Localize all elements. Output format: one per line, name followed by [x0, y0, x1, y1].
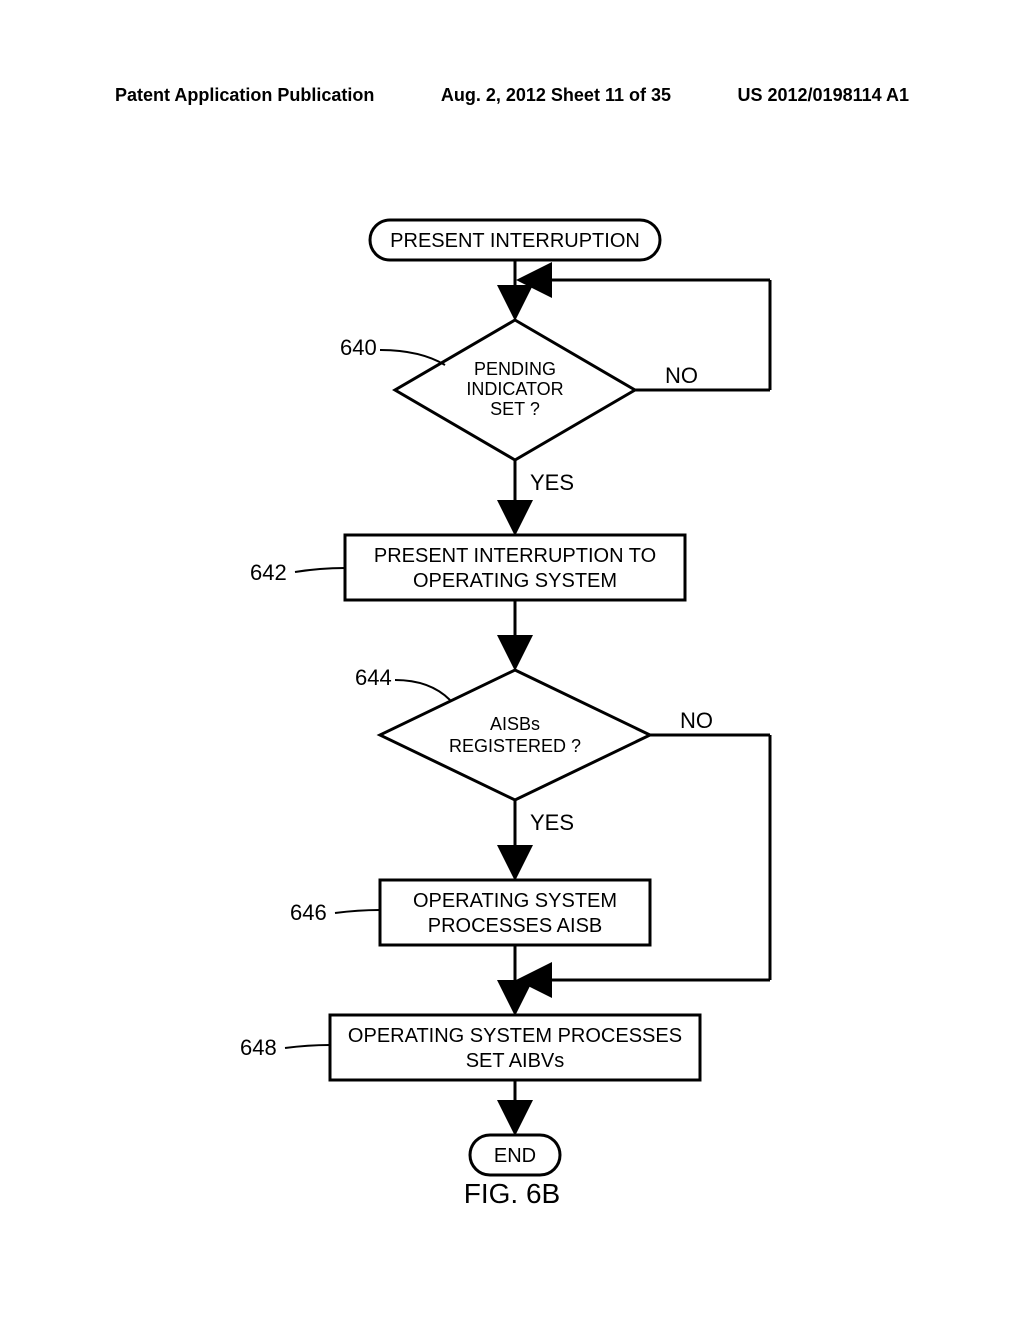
start-text: PRESENT INTERRUPTION: [390, 230, 640, 252]
ref-646-line: [335, 910, 380, 913]
p3-line1: OPERATING SYSTEM PROCESSES: [348, 1025, 682, 1047]
ref-640: 640: [340, 335, 377, 360]
header-center: Aug. 2, 2012 Sheet 11 of 35: [441, 85, 671, 106]
p2-line2: PROCESSES AISB: [428, 915, 603, 937]
header-left: Patent Application Publication: [115, 85, 374, 106]
p2-line1: OPERATING SYSTEM: [413, 890, 617, 912]
ref-642-line: [295, 568, 345, 572]
p1-line2: OPERATING SYSTEM: [413, 570, 617, 592]
d1-line1: PENDING: [474, 359, 556, 379]
d1-yes: YES: [530, 470, 574, 495]
ref-648-line: [285, 1045, 330, 1048]
d2-line1: AISBs: [490, 714, 540, 734]
d1-line3: SET ?: [490, 399, 540, 419]
ref-640-line: [380, 350, 445, 365]
ref-648: 648: [240, 1035, 277, 1060]
ref-644-line: [395, 680, 450, 700]
header-right: US 2012/0198114 A1: [738, 85, 909, 106]
p3-line2: SET AIBVs: [466, 1050, 565, 1072]
d2-yes: YES: [530, 810, 574, 835]
d2-line2: REGISTERED ?: [449, 736, 581, 756]
ref-644: 644: [355, 665, 392, 690]
decision2-diamond: [380, 670, 650, 800]
flowchart-svg: PRESENT INTERRUPTION PENDING INDICATOR S…: [0, 160, 1024, 1260]
d2-no: NO: [680, 708, 713, 733]
d1-line2: INDICATOR: [466, 379, 563, 399]
ref-646: 646: [290, 900, 327, 925]
flowchart-container: PRESENT INTERRUPTION PENDING INDICATOR S…: [0, 160, 1024, 1260]
figure-label: FIG. 6B: [0, 1178, 1024, 1210]
p1-line1: PRESENT INTERRUPTION TO: [374, 545, 656, 567]
ref-642: 642: [250, 560, 287, 585]
d1-no: NO: [665, 363, 698, 388]
end-text: END: [494, 1145, 536, 1167]
